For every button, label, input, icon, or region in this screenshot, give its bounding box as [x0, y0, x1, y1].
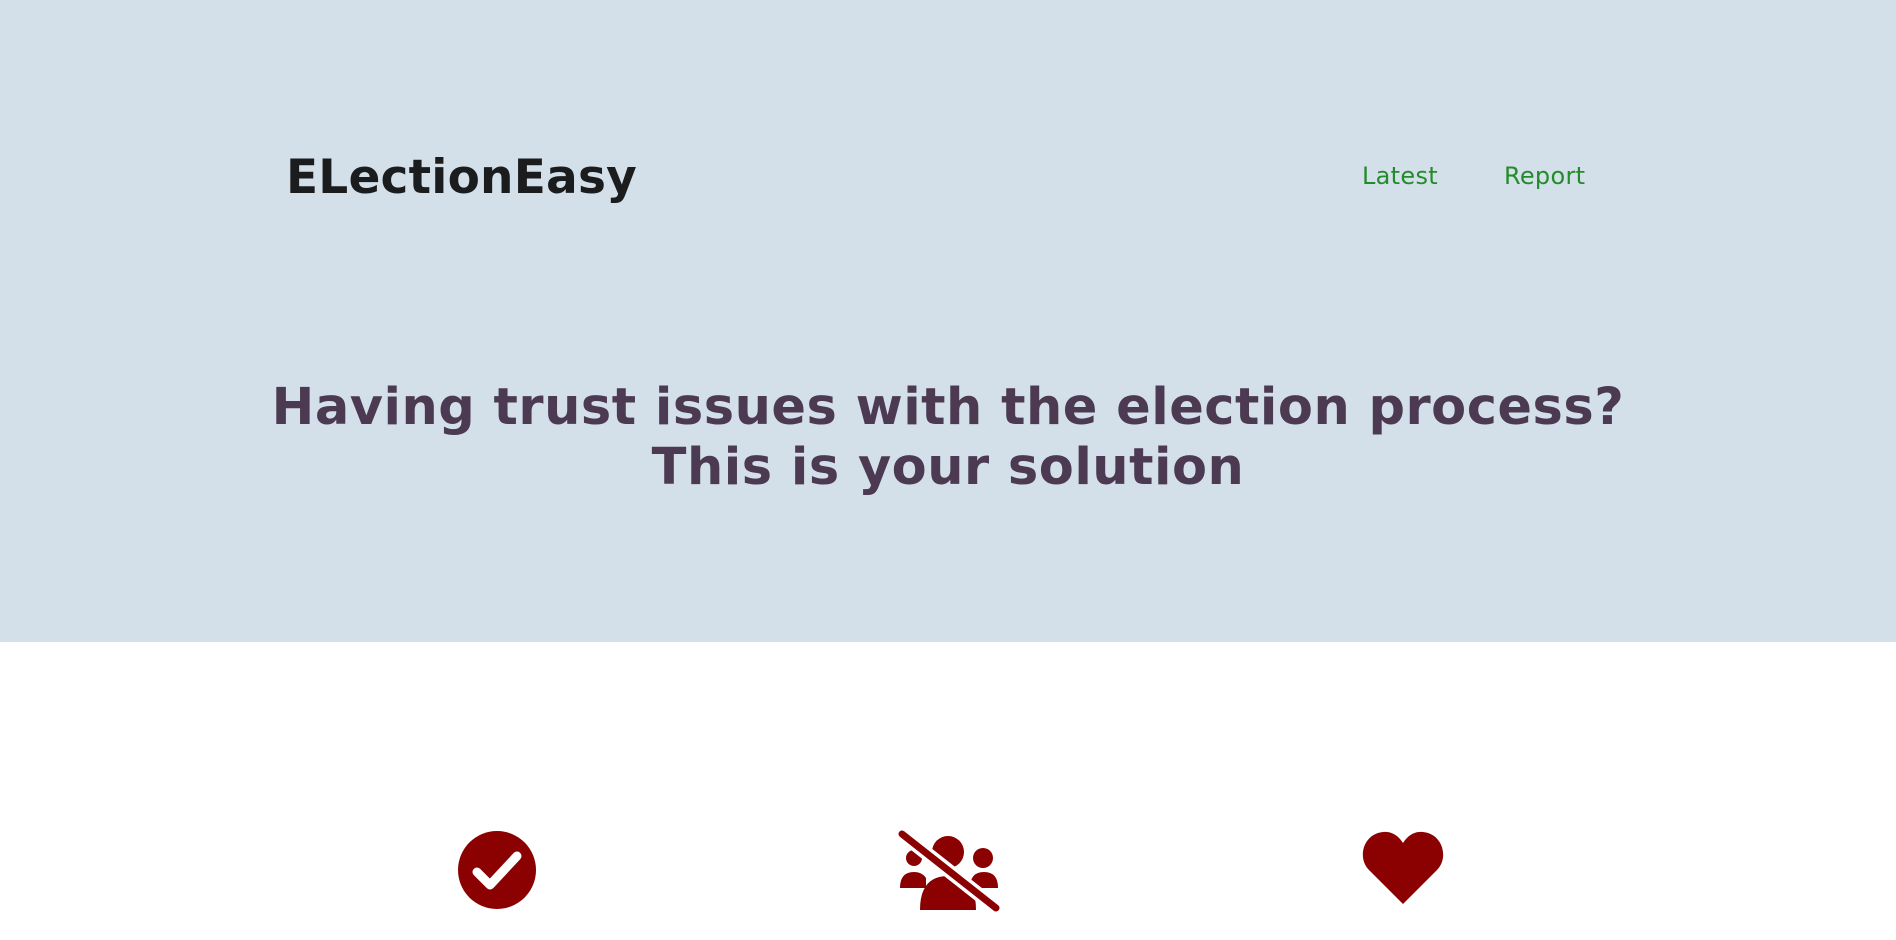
check-circle-icon — [458, 831, 536, 909]
feature-heart — [1348, 830, 1458, 940]
hero-headline-line1: Having trust issues with the election pr… — [271, 378, 1625, 437]
feature-check — [442, 830, 552, 940]
feature-users-slash — [893, 830, 1003, 940]
hero-headline-line2: This is your solution — [651, 438, 1245, 497]
brand-logo[interactable]: ELectionEasy — [286, 148, 637, 208]
nav-link-latest[interactable]: Latest — [1362, 159, 1438, 193]
hero-section: ELectionEasy Latest Report Having trust … — [0, 0, 1896, 642]
users-slash-icon — [896, 830, 1000, 912]
nav-link-report[interactable]: Report — [1504, 159, 1585, 193]
top-nav: Latest Report — [1362, 159, 1585, 193]
heart-icon — [1362, 831, 1444, 904]
hero-headline: Having trust issues with the election pr… — [0, 378, 1896, 498]
